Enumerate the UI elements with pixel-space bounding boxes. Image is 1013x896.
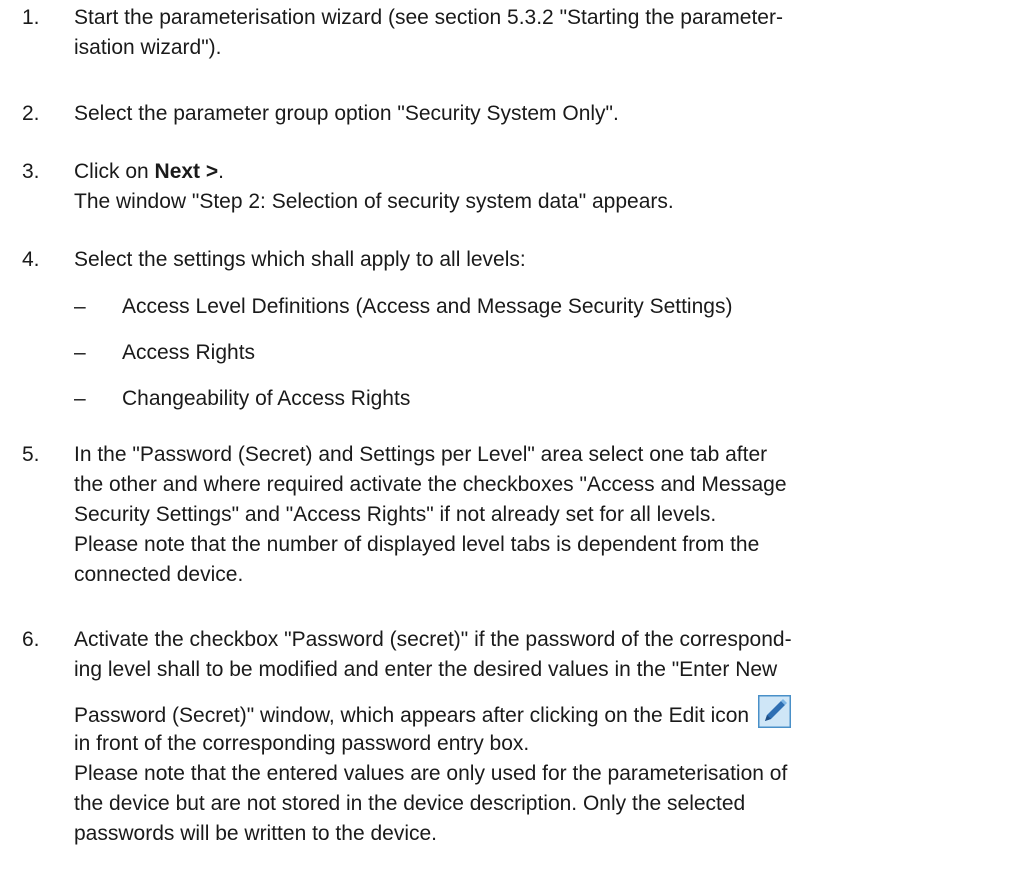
- bullet-item: – Access Rights: [0, 338, 1013, 368]
- step-text-line: Security Settings" and "Access Rights" i…: [74, 503, 717, 526]
- step-text-line: Activate the checkbox "Password (secret)…: [74, 628, 792, 651]
- step-4: 4. Select the settings which shall apply…: [0, 245, 1013, 275]
- step-text: .: [218, 160, 224, 183]
- step-number: 4.: [22, 248, 40, 271]
- step-text-line: The window "Step 2: Selection of securit…: [74, 190, 674, 213]
- step-text-line: the device but are not stored in the dev…: [74, 792, 746, 815]
- step-text-line: Start the parameterisation wizard (see s…: [74, 6, 783, 29]
- step-text: Password (Secret)" window, which appears…: [74, 704, 750, 727]
- edit-pencil-icon: [757, 695, 791, 728]
- step-number: 6.: [22, 628, 40, 651]
- bullet-text: Access Level Definitions (Access and Mes…: [122, 295, 733, 318]
- bullet-item: – Access Level Definitions (Access and M…: [0, 292, 1013, 322]
- step-text-line: in front of the corresponding password e…: [74, 732, 530, 755]
- bullet-dash: –: [74, 341, 86, 364]
- bullet-item: – Changeability of Access Rights: [0, 384, 1013, 414]
- bullet-text: Changeability of Access Rights: [122, 387, 411, 410]
- step-1: 1. Start the parameterisation wizard (se…: [0, 3, 1013, 63]
- bullet-text: Access Rights: [122, 341, 256, 364]
- bullet-dash: –: [74, 295, 86, 318]
- step-number: 1.: [22, 6, 40, 29]
- step-number: 3.: [22, 160, 40, 183]
- step-text-line: Please note that the entered values are …: [74, 762, 788, 785]
- step-text-line: Click on Next >.: [74, 157, 1013, 187]
- step-2: 2. Select the parameter group option "Se…: [0, 99, 1013, 129]
- step-text-line: ing level shall to be modified and enter…: [74, 658, 778, 681]
- step-text-line: connected device.: [74, 563, 244, 586]
- step-text-line: Select the parameter group option "Secur…: [74, 102, 619, 125]
- bullet-dash: –: [74, 387, 86, 410]
- step-6: 6. Activate the checkbox "Password (secr…: [0, 625, 1013, 849]
- step-text-line: the other and where required activate th…: [74, 473, 787, 496]
- step-text-line: Password (Secret)" window, which appears…: [74, 695, 1013, 729]
- step-number: 2.: [22, 102, 40, 125]
- step-text-line: isation wizard").: [74, 36, 222, 59]
- step-text: Click on: [74, 160, 155, 183]
- step-3: 3. Click on Next >. The window "Step 2: …: [0, 157, 1013, 217]
- step-text-line: Select the settings which shall apply to…: [74, 248, 526, 271]
- step-text-line: Please note that the number of displayed…: [74, 533, 760, 556]
- step-number: 5.: [22, 443, 40, 466]
- step-text-line: In the "Password (Secret) and Settings p…: [74, 443, 768, 466]
- next-button-reference: Next >: [154, 160, 219, 183]
- step-5: 5. In the "Password (Secret) and Setting…: [0, 440, 1013, 590]
- step-text-line: passwords will be written to the device.: [74, 822, 437, 845]
